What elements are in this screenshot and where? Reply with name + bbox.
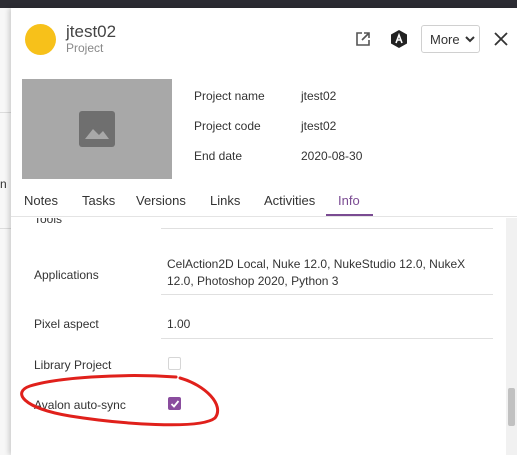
tab-bar: Notes Tasks Versions Links Activities In… — [11, 185, 517, 217]
content-scrollbar[interactable] — [506, 218, 517, 455]
tab-versions[interactable]: Versions — [136, 193, 186, 208]
field-divider — [161, 228, 493, 229]
active-tab-indicator — [326, 214, 373, 216]
image-placeholder-icon — [79, 111, 115, 147]
tab-info[interactable]: Info — [338, 193, 360, 208]
top-app-bar — [0, 0, 517, 8]
chevron-down-icon — [464, 36, 475, 43]
close-button[interactable] — [490, 26, 512, 52]
field-label-tools: Tools — [34, 218, 63, 226]
divider — [0, 228, 11, 229]
checkmark-icon — [170, 399, 179, 408]
field-label-avalon-auto-sync: Avalon auto-sync — [34, 398, 126, 412]
field-divider — [161, 294, 493, 295]
external-link-icon — [356, 32, 370, 46]
divider — [0, 112, 11, 113]
info-value-project-code: jtest02 — [301, 119, 337, 133]
tab-notes[interactable]: Notes — [24, 193, 58, 208]
info-value-end-date: 2020-08-30 — [301, 149, 363, 163]
tab-activities[interactable]: Activities — [264, 193, 315, 208]
info-label-end-date: End date — [194, 149, 243, 163]
scrollbar-thumb[interactable] — [508, 388, 515, 426]
info-label-project-name: Project name — [194, 89, 265, 103]
avalon-auto-sync-checkbox[interactable] — [168, 397, 181, 410]
background-list-strip: n — [0, 8, 11, 455]
panel-header: jtest02 Project More — [11, 8, 517, 66]
open-external-button[interactable] — [349, 25, 377, 53]
tab-tasks[interactable]: Tasks — [82, 193, 115, 208]
avalon-logo-icon — [391, 30, 407, 48]
field-label-applications: Applications — [34, 268, 99, 282]
field-label-library-project: Library Project — [34, 358, 112, 372]
info-value-project-name: jtest02 — [301, 89, 337, 103]
field-value-applications[interactable]: CelAction2D Local, Nuke 12.0, NukeStudio… — [167, 256, 485, 290]
background-text-fragment: n — [0, 177, 7, 191]
more-label: More — [430, 31, 460, 47]
more-dropdown-button[interactable]: More — [421, 25, 480, 53]
field-divider — [161, 338, 493, 339]
project-sidebar-panel: jtest02 Project More Project name jtest0… — [11, 8, 517, 455]
close-icon — [494, 32, 508, 46]
project-avatar — [25, 24, 56, 55]
tab-links[interactable]: Links — [210, 193, 240, 208]
info-content: Tools Applications CelAction2D Local, Nu… — [11, 218, 517, 455]
field-value-pixel-aspect[interactable]: 1.00 — [167, 316, 485, 333]
avalon-button[interactable] — [385, 25, 413, 53]
project-title: jtest02 — [66, 22, 117, 41]
info-label-project-code: Project code — [194, 119, 261, 133]
field-label-pixel-aspect: Pixel aspect — [34, 317, 99, 331]
project-thumbnail[interactable] — [22, 79, 172, 179]
project-type: Project — [66, 41, 104, 55]
library-project-checkbox[interactable] — [168, 357, 181, 370]
